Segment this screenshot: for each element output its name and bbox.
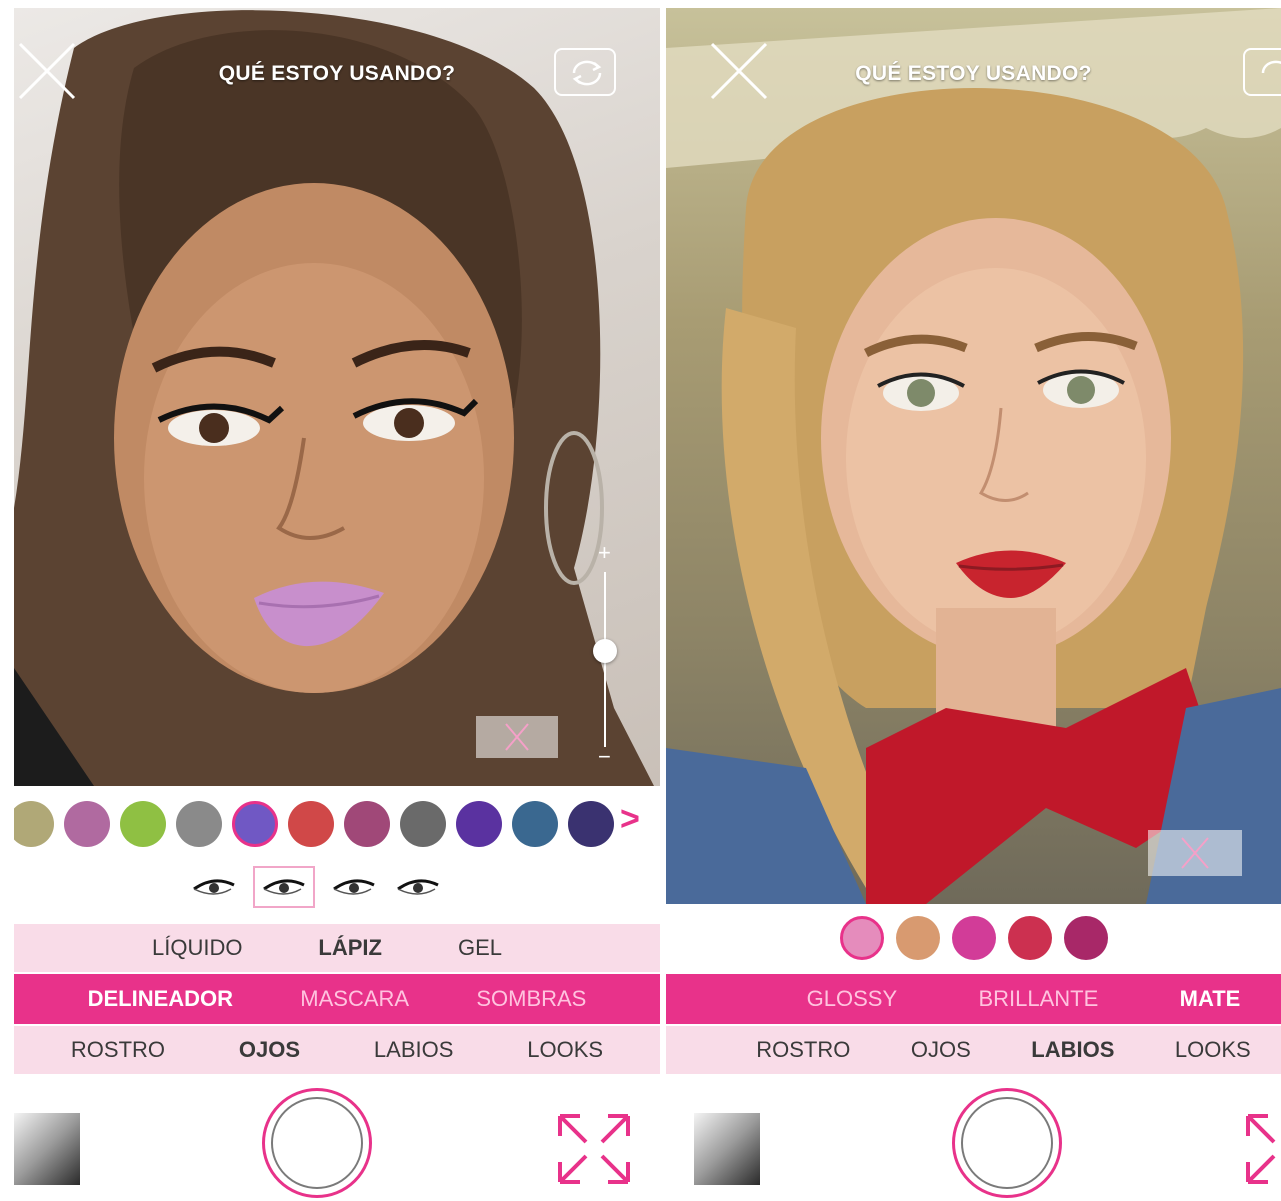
model-photo-illustration: [14, 10, 654, 786]
shutter-icon[interactable]: [262, 1088, 372, 1198]
eyeliner-style-icon[interactable]: [253, 866, 315, 908]
finish-tabs: GLOSSY BRILLANTE MATE: [666, 974, 1281, 1024]
camera-preview: [666, 8, 1281, 904]
eyeliner-style-options: [189, 866, 443, 908]
color-swatch-selected[interactable]: [839, 916, 884, 960]
category-tabs: ROSTRO OJOS LABIOS LOOKS: [14, 1026, 660, 1074]
screen-eyes: QUÉ ESTOY USANDO? + − > LÍQUIDO LÁPIZ GEL …: [14, 8, 660, 1201]
expand-icon[interactable]: [1242, 1110, 1281, 1193]
camera-switch-icon[interactable]: [1243, 48, 1281, 96]
intensity-slider[interactable]: + −: [590, 540, 620, 769]
color-swatch[interactable]: [895, 916, 940, 960]
slider-minus-label: −: [598, 744, 611, 769]
slider-thumb[interactable]: [593, 638, 617, 663]
color-swatch[interactable]: [120, 801, 166, 847]
more-colors-arrow[interactable]: >: [620, 800, 640, 839]
color-swatches: [666, 912, 1281, 964]
color-swatch-selected[interactable]: [232, 801, 278, 847]
screen-lips: QUÉ ESTOY USANDO? GLOSSY BRILLANTE MATE RO…: [666, 8, 1281, 1201]
gallery-icon[interactable]: [694, 1113, 760, 1185]
eyeliner-style-icon[interactable]: [329, 868, 379, 906]
model-photo-illustration: [666, 8, 1281, 904]
color-swatch[interactable]: [64, 801, 110, 847]
compare-icon[interactable]: [1148, 830, 1242, 876]
color-swatch[interactable]: [400, 801, 446, 847]
eyeliner-style-icon[interactable]: [393, 868, 443, 906]
color-swatch[interactable]: [1063, 916, 1108, 960]
color-swatch[interactable]: [344, 801, 390, 847]
camera-preview: [14, 8, 660, 786]
finish-tabs: LÍQUIDO LÁPIZ GEL: [14, 924, 660, 972]
tab-delineador[interactable]: DELINEADOR: [88, 986, 233, 1012]
camera-switch-icon[interactable]: [554, 48, 616, 96]
color-swatch[interactable]: [568, 801, 614, 847]
color-swatch[interactable]: [176, 801, 222, 847]
tab-looks[interactable]: LOOKS: [527, 1037, 603, 1063]
color-swatch[interactable]: [288, 801, 334, 847]
eyeliner-style-icon[interactable]: [189, 868, 239, 906]
color-swatches: [14, 794, 660, 854]
slider-plus-label: +: [598, 540, 611, 565]
tab-ojos[interactable]: OJOS: [911, 1037, 971, 1063]
tab-looks[interactable]: LOOKS: [1175, 1037, 1251, 1063]
tab-liquido[interactable]: LÍQUIDO: [152, 935, 242, 961]
page-title: QUÉ ESTOY USANDO?: [855, 62, 1092, 85]
tab-mascara[interactable]: MASCARA: [300, 986, 409, 1012]
shutter-icon[interactable]: [952, 1088, 1062, 1198]
tab-lapiz[interactable]: LÁPIZ: [318, 935, 382, 961]
product-tabs: DELINEADOR MASCARA SOMBRAS: [14, 974, 660, 1024]
tab-rostro[interactable]: ROSTRO: [71, 1037, 165, 1063]
color-swatch[interactable]: [456, 801, 502, 847]
color-swatch[interactable]: [1007, 916, 1052, 960]
category-tabs: ROSTRO OJOS LABIOS LOOKS: [666, 1026, 1281, 1074]
gallery-icon[interactable]: [14, 1113, 80, 1185]
tab-rostro[interactable]: ROSTRO: [756, 1037, 850, 1063]
tab-labios[interactable]: LABIOS: [1031, 1037, 1114, 1063]
tab-labios[interactable]: LABIOS: [374, 1037, 453, 1063]
tab-sombras[interactable]: SOMBRAS: [476, 986, 586, 1012]
compare-icon[interactable]: [476, 716, 558, 758]
tab-ojos[interactable]: OJOS: [239, 1037, 300, 1063]
color-swatch[interactable]: [512, 801, 558, 847]
tab-glossy[interactable]: GLOSSY: [807, 986, 897, 1012]
color-swatch[interactable]: [14, 801, 54, 847]
color-swatch[interactable]: [951, 916, 996, 960]
tab-gel[interactable]: GEL: [458, 935, 502, 961]
tab-mate[interactable]: MATE: [1180, 986, 1241, 1012]
expand-icon[interactable]: [554, 1110, 634, 1193]
tab-brillante[interactable]: BRILLANTE: [978, 986, 1098, 1012]
